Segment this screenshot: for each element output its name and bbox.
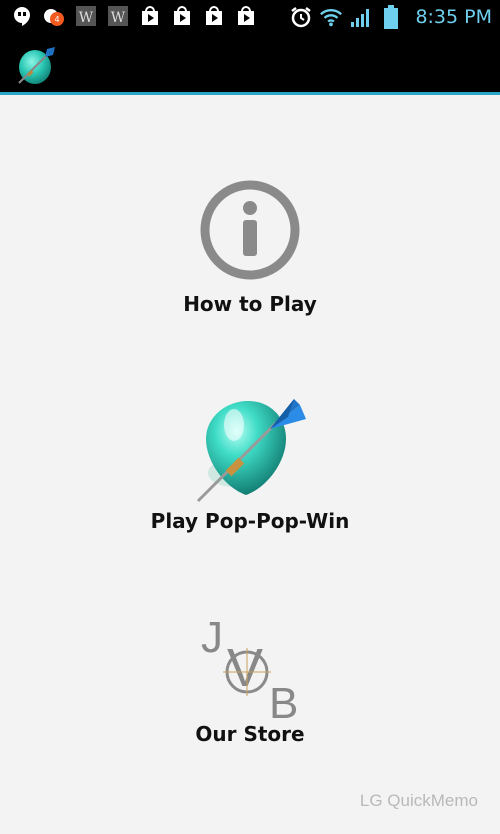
balloon-dart-icon (196, 399, 306, 503)
system-icons: 8:35 PM (289, 2, 492, 32)
svg-text:4: 4 (54, 15, 59, 24)
how-to-play-label: How to Play (183, 292, 317, 316)
w-app-icon: W (106, 4, 130, 28)
battery-icon (379, 5, 403, 29)
play-store-icon (202, 4, 226, 28)
svg-text:B: B (269, 679, 298, 720)
play-label: Play Pop-Pop-Win (150, 509, 350, 533)
action-bar (0, 33, 500, 93)
jvb-logo: J V B (201, 613, 298, 720)
status-bar: 4 W W 8:35 PM (0, 0, 500, 33)
play-store-icon (234, 4, 258, 28)
wifi-icon (319, 5, 343, 29)
play-store-icon (138, 4, 162, 28)
watermark: LG QuickMemo (359, 791, 478, 810)
play-game-button[interactable]: Play Pop-Pop-Win (0, 395, 500, 540)
action-bar-divider (0, 92, 500, 95)
status-time: 8:35 PM (415, 6, 492, 28)
balloon-dart-icon[interactable] (15, 43, 59, 87)
signal-icon (349, 5, 373, 29)
our-store-label: Our Store (195, 722, 305, 746)
hangouts-icon (10, 4, 34, 28)
info-icon (200, 180, 300, 280)
svg-text:W: W (79, 10, 94, 26)
how-to-play-button[interactable]: How to Play (0, 178, 500, 323)
our-store-button[interactable]: J V B Our Store (0, 610, 500, 755)
svg-text:J: J (201, 613, 223, 662)
notification-icons: 4 W W (10, 4, 258, 28)
svg-text:W: W (111, 10, 126, 26)
notification-badge-icon: 4 (42, 4, 66, 28)
play-store-icon (170, 4, 194, 28)
alarm-icon (289, 5, 313, 29)
w-app-icon: W (74, 4, 98, 28)
